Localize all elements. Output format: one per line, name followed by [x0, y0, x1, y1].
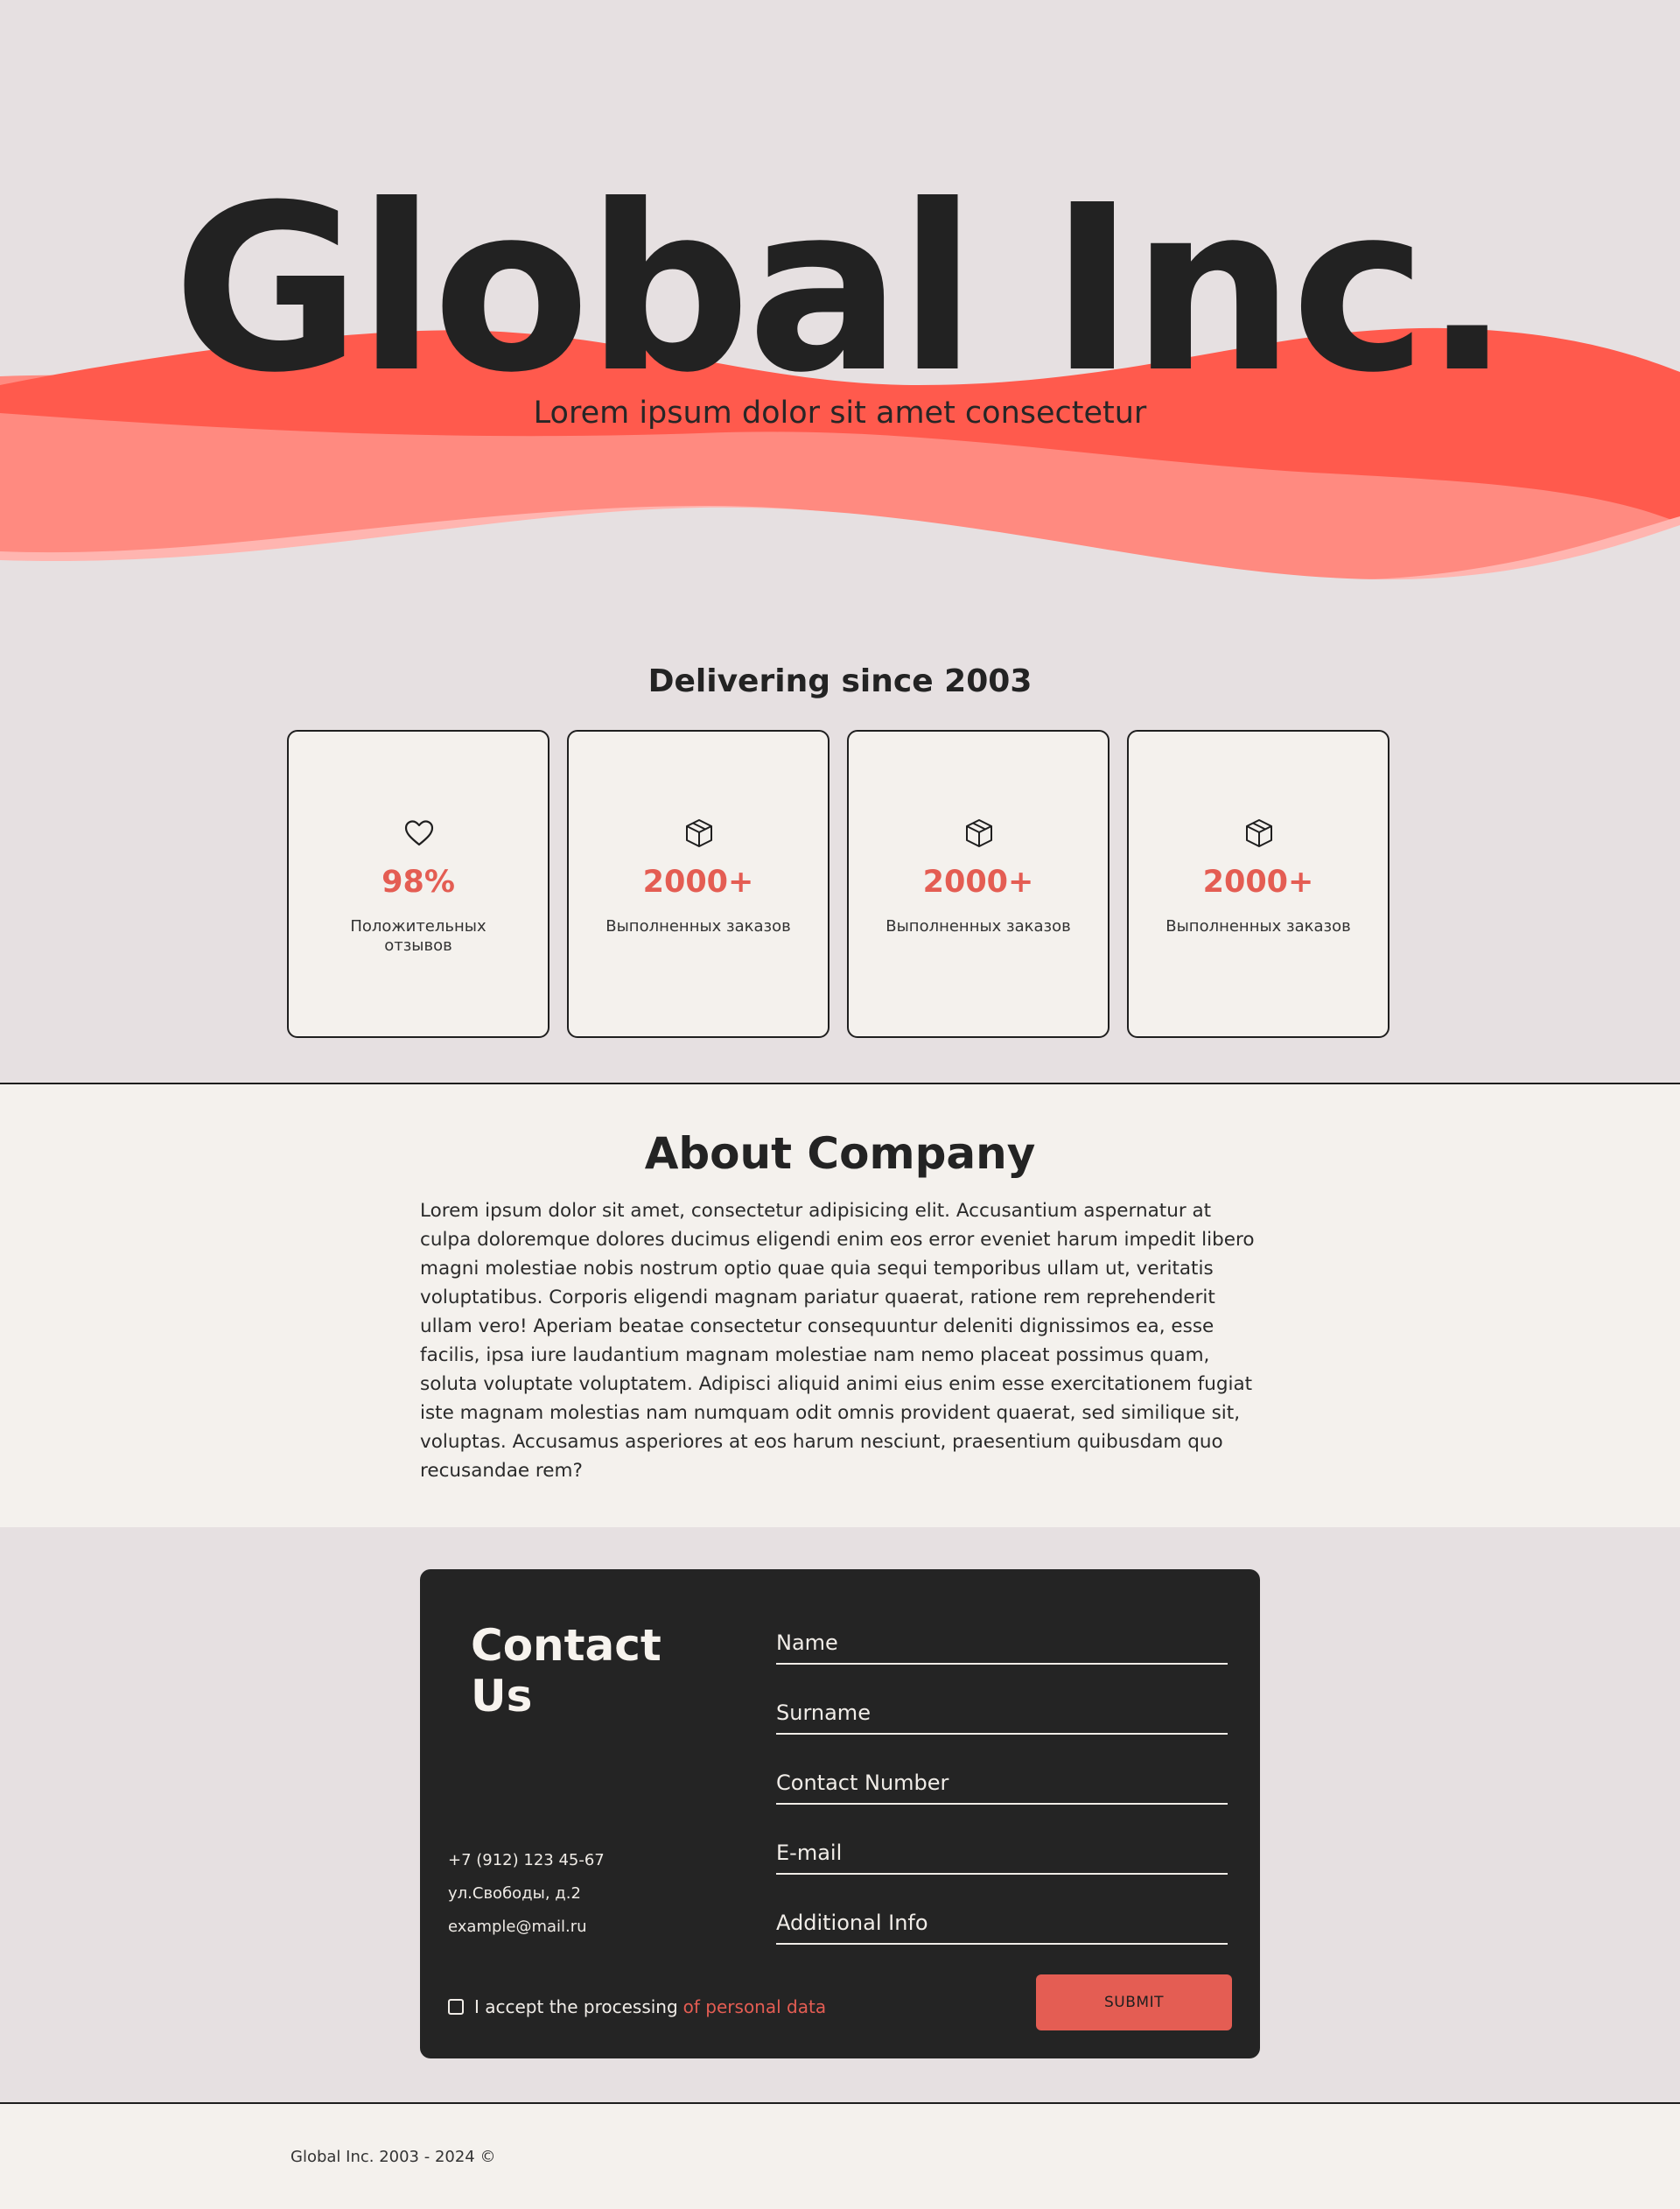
about-section: About Company Lorem ipsum dolor sit amet… — [0, 1083, 1680, 1529]
consent-row: I accept the processing of personal data — [448, 1994, 826, 2020]
field-underline — [776, 1733, 1228, 1735]
contact-address: ул.Свободы, д.2 — [448, 1884, 581, 1903]
email-field-label: E-mail — [776, 1841, 843, 1865]
stat-card: 2000+ Выполненных заказов — [847, 730, 1110, 1038]
name-field[interactable]: Name — [776, 1618, 1228, 1688]
stat-value: 2000+ — [922, 865, 1034, 900]
field-underline — [776, 1803, 1228, 1805]
additional-info-field-label: Additional Info — [776, 1911, 928, 1935]
contact-form: Contact Us +7 (912) 123 45-67 ул.Свободы… — [420, 1569, 1260, 2058]
stats-heading: Delivering since 2003 — [648, 663, 1032, 699]
surname-field-label: Surname — [776, 1701, 871, 1725]
consent-checkbox[interactable] — [448, 1999, 464, 2015]
contact-title: Contact Us — [471, 1620, 662, 1722]
footer-copyright: Global Inc. 2003 - 2024 © — [290, 2148, 496, 2166]
heart-icon — [404, 820, 434, 846]
personal-data-link[interactable]: of personal data — [683, 1996, 826, 2017]
contact-info: +7 (912) 123 45-67 ул.Свободы, д.2 examp… — [448, 1851, 693, 1951]
hero-title: Global Inc. — [172, 156, 1510, 423]
about-title: About Company — [644, 1128, 1036, 1179]
box-icon — [1246, 819, 1272, 847]
field-underline — [776, 1663, 1228, 1665]
stat-card: 2000+ Выполненных заказов — [567, 730, 830, 1038]
page: Global Inc. Lorem ipsum dolor sit amet c… — [0, 0, 1680, 2209]
stat-card: 2000+ Выполненных заказов — [1127, 730, 1390, 1038]
stat-value: 2000+ — [1202, 865, 1314, 900]
box-icon — [966, 819, 992, 847]
contact-number-field-label: Contact Number — [776, 1771, 949, 1795]
form-fields: Name Surname Contact Number E-mail Addit… — [776, 1618, 1228, 1968]
contact-number-field[interactable]: Contact Number — [776, 1758, 1228, 1828]
stat-value: 98% — [382, 865, 455, 900]
surname-field[interactable]: Surname — [776, 1688, 1228, 1758]
field-underline — [776, 1873, 1228, 1875]
stat-label: Положительных отзывов — [350, 917, 486, 955]
contact-email: example@mail.ru — [448, 1918, 587, 1936]
contact-phone: +7 (912) 123 45-67 — [448, 1851, 605, 1869]
submit-button[interactable]: SUBMIT — [1036, 1974, 1232, 2030]
stat-label: Выполненных заказов — [1166, 917, 1351, 936]
field-underline — [776, 1943, 1228, 1945]
stat-value: 2000+ — [642, 865, 754, 900]
email-field[interactable]: E-mail — [776, 1828, 1228, 1898]
footer: Global Inc. 2003 - 2024 © — [0, 2102, 1680, 2209]
about-text: Lorem ipsum dolor sit amet, consectetur … — [420, 1200, 1255, 1482]
hero-subtitle: Lorem ipsum dolor sit amet consectetur — [533, 396, 1147, 431]
hero-section: Global Inc. Lorem ipsum dolor sit amet c… — [0, 0, 1680, 630]
stats-cards: 98% Положительных отзывов 2000+ Выполнен… — [287, 730, 1393, 1041]
additional-info-field[interactable]: Additional Info — [776, 1898, 1228, 1968]
stat-label: Выполненных заказов — [886, 917, 1071, 936]
name-field-label: Name — [776, 1630, 838, 1655]
consent-text: I accept the processing — [474, 1996, 678, 2017]
stat-card: 98% Положительных отзывов — [287, 730, 550, 1038]
stat-label: Выполненных заказов — [606, 917, 791, 936]
box-icon — [686, 819, 712, 847]
contact-section: Contact Us +7 (912) 123 45-67 ул.Свободы… — [0, 1527, 1680, 2101]
